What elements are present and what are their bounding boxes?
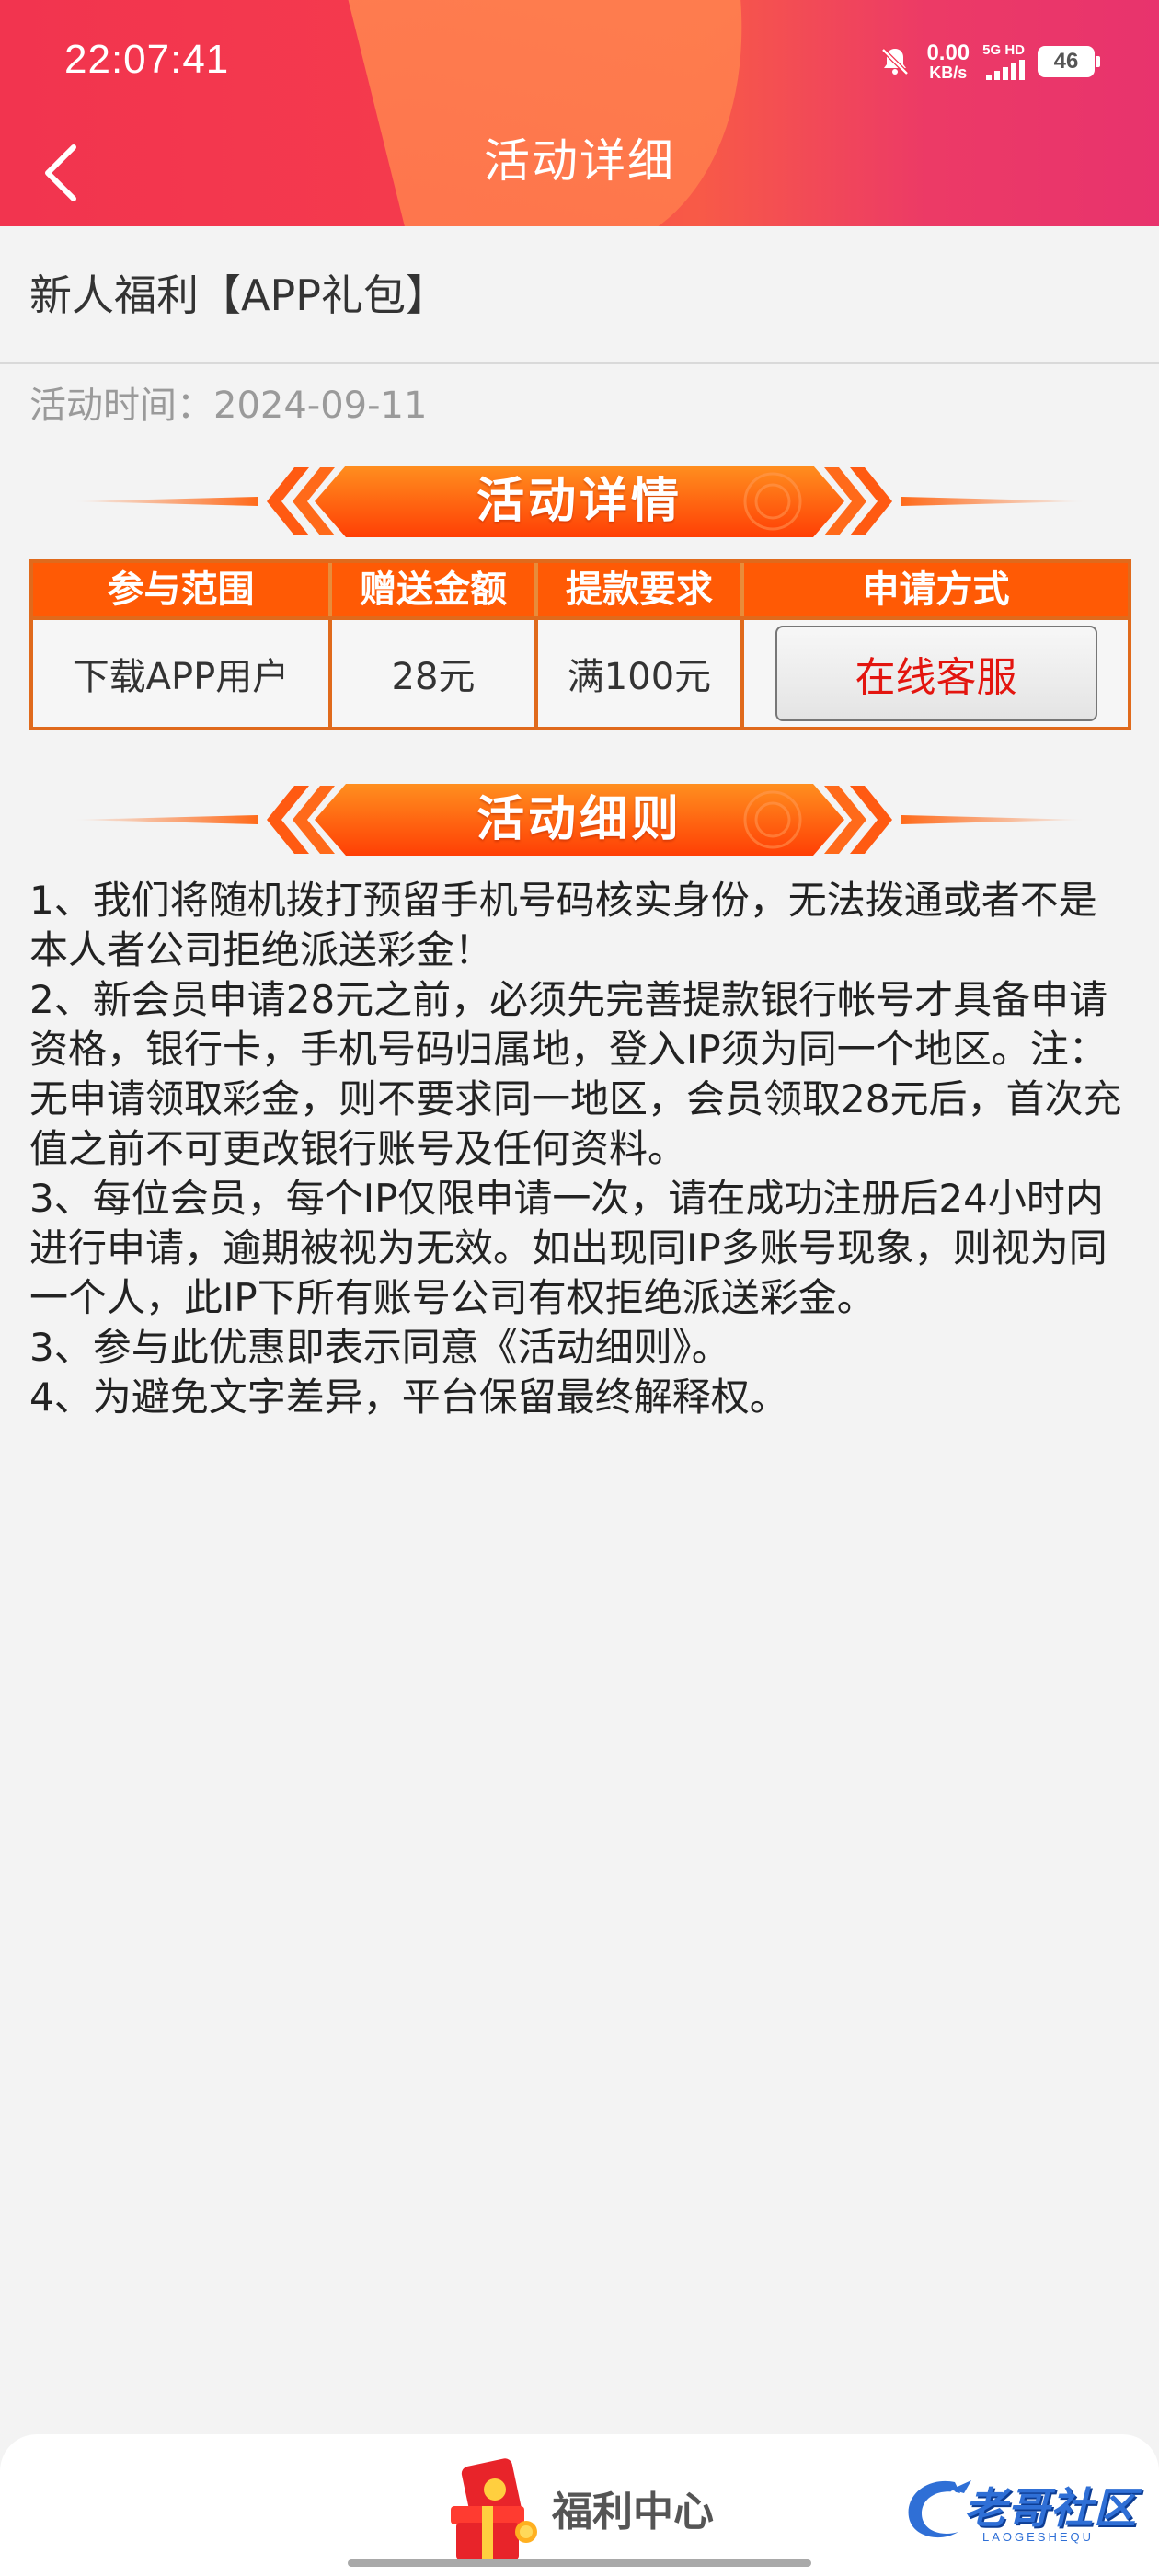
promotion-time: 活动时间：2024-09-11 [29,385,428,427]
table-cell-scope: 下载APP用户 [33,620,332,727]
table-header-amount: 赠送金额 [332,563,538,616]
table-header-requirement: 提款要求 [538,563,744,616]
battery-icon: 46 [1038,46,1100,77]
nav-bar: 活动详细 [0,120,1159,226]
signal-label: 5G HD [982,42,1025,58]
status-icons: 0.00 KB/s 5G HD 46 [877,39,1100,85]
net-speed-unit: KB/s [929,63,968,82]
brand-subtitle: LAOGESHEQU [982,2530,1095,2544]
welfare-center-label[interactable]: 福利中心 [552,2478,714,2537]
promotion-title: 新人福利【APP礼包】 [0,226,1159,364]
rule-item: 4、为避免文字差异，平台保留最终解释权。 [29,1374,788,1420]
rules-banner: 活动细则 [74,778,1085,861]
table-cell-apply: 在线客服 [744,620,1128,727]
header: 22:07:41 0.00 KB/s 5G HD 46 活动详细 [0,0,1159,226]
status-bar: 22:07:41 0.00 KB/s 5G HD 46 [0,0,1159,120]
gift-icon[interactable] [438,2453,548,2563]
online-service-button[interactable]: 在线客服 [775,626,1097,721]
home-indicator[interactable] [348,2559,811,2567]
signal-icon: 5G HD [982,43,1025,80]
brand-logo: 老哥社区 LAOGESHEQU [900,2471,1150,2554]
rules-banner-label: 活动细则 [476,792,683,847]
rule-item: 3、参与此优惠即表示同意《活动细则》。 [29,1325,730,1370]
table-header-row: 参与范围 赠送金额 提款要求 申请方式 [33,563,1128,620]
table-row: 下载APP用户 28元 满100元 在线客服 [33,620,1128,727]
table-cell-amount: 28元 [332,620,538,727]
rule-item: 3、每位会员，每个IP仅限申请一次，请在成功注册后24小时内进行申请，逾期被视为… [29,1176,1107,1320]
promotion-table: 参与范围 赠送金额 提款要求 申请方式 下载APP用户 28元 满100元 在线… [29,559,1131,730]
brand-name: 老哥社区 [964,2483,1137,2533]
table-cell-requirement: 满100元 [538,620,744,727]
details-banner: 活动详情 [74,460,1085,543]
table-header-apply: 申请方式 [744,563,1128,616]
bell-off-icon [881,48,910,75]
table-header-scope: 参与范围 [33,563,332,616]
net-speed: 0.00 KB/s [926,40,970,82]
rule-item: 2、新会员申请28元之前，必须先完善提款银行帐号才具备申请资格，银行卡，手机号码… [29,977,1122,1171]
bottom-bar: 福利中心 老哥社区 LAOGESHEQU [0,2434,1159,2576]
details-banner-label: 活动详情 [476,474,683,529]
net-speed-value: 0.00 [926,40,970,65]
rule-item: 1、我们将随机拨打预留手机号码核实身份，无法拨通或者不是本人者公司拒绝派送彩金！ [29,878,1097,972]
page-title: 活动详细 [484,134,675,188]
rules-list: 1、我们将随机拨打预留手机号码核实身份，无法拨通或者不是本人者公司拒绝派送彩金！… [29,876,1133,1422]
status-time: 22:07:41 [64,37,230,82]
